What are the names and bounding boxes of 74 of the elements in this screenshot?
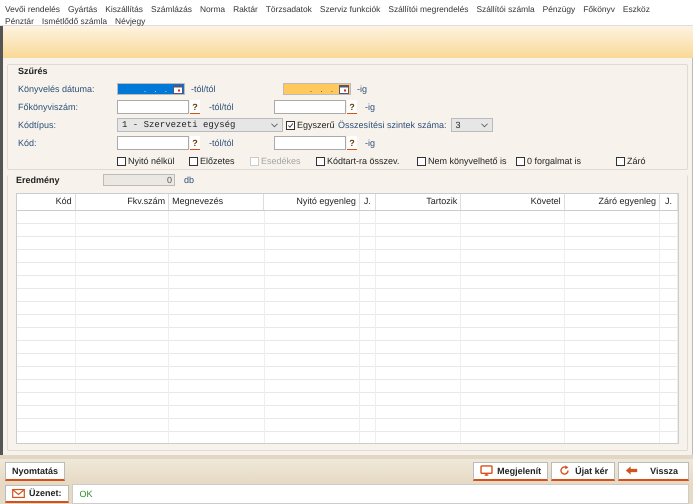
menu-item[interactable]: Névjegy [115,15,146,27]
field-label: Kód: [18,138,38,148]
menu-item[interactable]: Főkönyv [583,3,615,15]
envelope-icon [12,488,25,498]
help-button[interactable]: ? [190,136,200,150]
input-field[interactable] [117,100,189,114]
action-button[interactable]: Újat kér [551,462,616,480]
menu-item[interactable]: Raktár [233,3,258,15]
checkbox[interactable]: Nem könyvelhető is [417,156,516,166]
menu-item[interactable]: Számlázás [150,3,192,15]
menu-item[interactable]: Pénzügy [542,3,576,15]
menu-item[interactable]: Norma [200,3,226,15]
checkbox-box[interactable] [286,120,295,130]
column-header[interactable]: Követel [461,194,565,210]
field-label: Összesítési szintek száma: [338,120,447,130]
range-suffix: -tól/tól [191,84,217,94]
print-button[interactable]: Nyomtatás [5,462,66,480]
column-header[interactable]: Kód [17,194,76,210]
range-suffix: -ig [365,138,376,148]
column-header[interactable]: Nyitó egyenleg [264,194,360,210]
menu-item[interactable]: Gyártás [68,3,98,15]
field-label: Kódtípus: [18,120,58,130]
checkbox[interactable]: Egyszerű [286,120,336,130]
chevron-icon [480,122,488,128]
range-suffix: -tól/tól [209,102,235,112]
range-suffix: -tól/tól [209,138,235,148]
code-type-dropdown[interactable]: 1 - Szervezeti egység [117,118,283,132]
range-suffix: -ig [357,84,368,94]
group-title: Eredmény [16,175,61,185]
column-header[interactable]: Záró egyenleg [564,194,660,210]
count-unit: db [184,175,194,185]
menu-item[interactable]: Pénztár [5,15,34,27]
left-arrow-icon [625,465,638,476]
chevron-icon [271,122,278,128]
levels-dropdown[interactable]: 3 [450,118,493,132]
input-field[interactable] [274,136,346,150]
menu-item[interactable]: Vevői rendelés [5,3,60,15]
help-button[interactable]: ? [347,100,357,114]
group-title: Szűrés [18,66,48,76]
menu-item[interactable]: Szállítói megrendelés [388,3,468,15]
menu-item[interactable]: Kiszállítás [105,3,143,15]
range-suffix: -ig [365,102,376,112]
field-label: Könyvelés dátuma: [18,84,96,94]
calendar-icon[interactable] [339,84,349,94]
checkbox[interactable]: Nyitó nélkül [117,156,189,166]
checkbox[interactable]: Előzetes [189,156,250,166]
menu-item[interactable]: Törzsadatok [266,3,312,15]
menu-item[interactable]: Eszköz [622,3,650,15]
help-button[interactable]: ? [347,136,357,150]
checkbox[interactable]: Kódtart-ra összev. [316,156,417,166]
message-button[interactable]: Üzenet: [5,484,69,502]
menu-item[interactable]: Szállítói számla [476,3,535,15]
monitor-icon [480,465,494,476]
refresh-icon [558,465,572,476]
column-header[interactable]: J. [360,194,376,210]
date-field[interactable]: . . . [117,83,185,95]
checkbox[interactable]: Záró [616,156,646,166]
column-header[interactable]: Tartozik [376,194,462,210]
input-field[interactable] [274,100,346,114]
count-field: 0 [103,174,175,186]
column-header[interactable]: Megnevezés [169,194,264,210]
calendar-icon[interactable] [173,84,183,94]
help-button[interactable]: ? [190,100,200,114]
menu-item[interactable]: Ismétlődő számla [42,15,108,27]
action-button[interactable]: Vissza [618,462,689,480]
checkbox[interactable]: 0 forgalmat is [516,156,616,166]
input-field[interactable] [117,136,189,150]
date-field[interactable]: . . . [283,83,351,95]
menu-item[interactable]: Szerviz funkciók [320,3,380,15]
column-header[interactable]: J. [660,194,678,210]
action-button[interactable]: Megjelenít [473,462,548,480]
field-label: Főkönyviszám: [18,102,80,112]
message-field: OK [72,484,689,504]
column-header[interactable]: Fkv.szám [76,194,170,210]
